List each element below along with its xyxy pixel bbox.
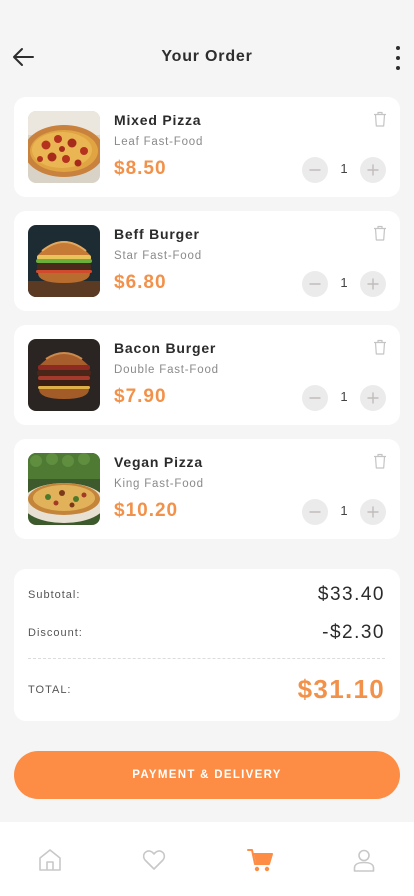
item-restaurant: Leaf Fast-Food: [114, 136, 204, 148]
quantity-value: 1: [340, 161, 348, 176]
cart-item-card: Mixed Pizza Leaf Fast-Food $8.50 1: [14, 97, 400, 197]
trash-icon[interactable]: [373, 339, 387, 355]
burger-photo: [28, 225, 100, 297]
cart-item-card: Bacon Burger Double Fast-Food $7.90 1: [14, 325, 400, 425]
plus-icon: [367, 392, 379, 404]
trash-icon[interactable]: [373, 453, 387, 469]
minus-icon: [309, 283, 321, 285]
minus-icon: [309, 169, 321, 171]
tab-cart[interactable]: [246, 846, 274, 874]
cart-item-card: Vegan Pizza King Fast-Food $10.20 1: [14, 439, 400, 539]
vegan-pizza-photo: [28, 453, 100, 525]
cart-icon: [247, 849, 273, 872]
discount-label: Discount:: [28, 627, 83, 639]
quantity-value: 1: [340, 503, 348, 518]
item-restaurant: Star Fast-Food: [114, 250, 202, 262]
item-price: $7.90: [114, 386, 167, 407]
user-icon: [353, 849, 375, 872]
item-name: Mixed Pizza: [114, 112, 202, 128]
item-name: Vegan Pizza: [114, 454, 203, 470]
tab-favorites[interactable]: [140, 846, 168, 874]
decrease-button[interactable]: [302, 157, 328, 183]
bottom-tab-bar: [0, 822, 414, 896]
tab-home[interactable]: [36, 846, 64, 874]
item-price: $10.20: [114, 500, 179, 521]
page-title: Your Order: [161, 48, 253, 65]
trash-icon[interactable]: [373, 111, 387, 127]
order-summary-card: Subtotal: $33.40 Discount: -$2.30 TOTAL:…: [14, 569, 400, 721]
trash-icon[interactable]: [373, 225, 387, 241]
payment-delivery-button[interactable]: PAYMENT & DELIVERY: [14, 751, 400, 799]
plus-icon: [367, 278, 379, 290]
increase-button[interactable]: [360, 499, 386, 525]
cart-item-card: Beff Burger Star Fast-Food $6.80 1: [14, 211, 400, 311]
quantity-stepper: 1: [302, 271, 386, 297]
tab-profile[interactable]: [350, 846, 378, 874]
increase-button[interactable]: [360, 271, 386, 297]
quantity-value: 1: [340, 275, 348, 290]
plus-icon: [367, 164, 379, 176]
more-dot-icon: [396, 66, 400, 70]
more-options-button[interactable]: [392, 46, 404, 70]
item-restaurant: Double Fast-Food: [114, 364, 219, 376]
decrease-button[interactable]: [302, 499, 328, 525]
item-price: $6.80: [114, 272, 167, 293]
bacon-burger-photo: [28, 339, 100, 411]
home-icon: [39, 849, 61, 871]
minus-icon: [309, 397, 321, 399]
item-name: Bacon Burger: [114, 340, 217, 356]
more-dot-icon: [396, 56, 400, 60]
quantity-stepper: 1: [302, 157, 386, 183]
increase-button[interactable]: [360, 385, 386, 411]
heart-icon: [142, 850, 166, 870]
discount-value: -$2.30: [322, 622, 385, 643]
total-label: TOTAL:: [28, 684, 72, 696]
quantity-stepper: 1: [302, 499, 386, 525]
plus-icon: [367, 506, 379, 518]
minus-icon: [309, 511, 321, 513]
summary-divider: [28, 658, 385, 659]
quantity-stepper: 1: [302, 385, 386, 411]
subtotal-label: Subtotal:: [28, 589, 81, 601]
item-restaurant: King Fast-Food: [114, 478, 204, 490]
more-dot-icon: [396, 46, 400, 50]
quantity-value: 1: [340, 389, 348, 404]
total-value: $31.10: [297, 674, 385, 704]
item-name: Beff Burger: [114, 226, 200, 242]
top-bar: Your Order: [0, 36, 414, 80]
item-price: $8.50: [114, 158, 167, 179]
decrease-button[interactable]: [302, 385, 328, 411]
increase-button[interactable]: [360, 157, 386, 183]
subtotal-value: $33.40: [317, 584, 385, 605]
decrease-button[interactable]: [302, 271, 328, 297]
pizza-photo: [28, 111, 100, 183]
